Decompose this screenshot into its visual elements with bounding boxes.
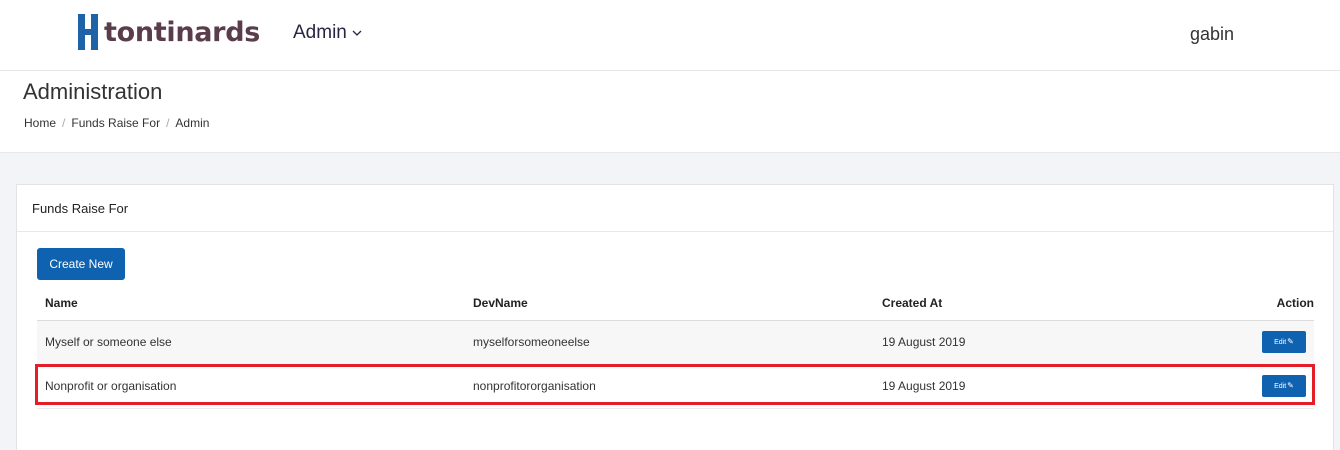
row-name: Nonprofit or organisation	[37, 364, 465, 409]
logo-text: tontinards	[104, 16, 260, 48]
column-header-name[interactable]: Name	[37, 286, 465, 321]
admin-menu-dropdown[interactable]: Admin	[293, 22, 362, 44]
user-menu[interactable]: gabin	[1190, 24, 1234, 45]
row-created-at: 19 August 2019	[874, 364, 1214, 409]
logo-h-icon	[78, 14, 100, 50]
chevron-down-icon	[352, 30, 362, 36]
breadcrumb-home[interactable]: Home	[24, 116, 56, 130]
breadcrumb-separator: /	[62, 116, 66, 130]
pencil-icon: ✎	[1287, 337, 1294, 346]
column-header-devname[interactable]: DevName	[465, 286, 874, 321]
top-navbar: tontinards Admin gabin	[0, 0, 1340, 71]
edit-label: Edit	[1274, 339, 1287, 346]
column-header-created-at[interactable]: Created At	[874, 286, 1214, 321]
row-name: Myself or someone else	[37, 320, 465, 365]
row-action-cell: Edit✎	[1214, 320, 1314, 365]
row-action-cell: Edit✎	[1214, 364, 1314, 409]
breadcrumb: Home / Funds Raise For / Admin	[24, 116, 209, 130]
table-row: Nonprofit or organisation nonprofitororg…	[37, 364, 1314, 409]
page-title: Administration	[23, 79, 163, 104]
brand-logo[interactable]: tontinards	[78, 14, 260, 50]
column-header-action: Action	[1214, 286, 1314, 321]
card-title: Funds Raise For	[17, 185, 1333, 232]
funds-raise-for-card: Funds Raise For Create New Name DevName …	[16, 184, 1334, 450]
table-row: Myself or someone else myselforsomeoneel…	[37, 320, 1314, 365]
edit-button[interactable]: Edit✎	[1262, 375, 1306, 397]
breadcrumb-funds-raise-for[interactable]: Funds Raise For	[71, 116, 160, 130]
edit-button[interactable]: Edit✎	[1262, 331, 1306, 353]
page-header: Administration Home / Funds Raise For / …	[0, 71, 1340, 153]
row-devname: nonprofitororganisation	[465, 364, 874, 409]
table-header-row: Name DevName Created At Action	[37, 286, 1314, 321]
row-created-at: 19 August 2019	[874, 320, 1214, 365]
pencil-icon: ✎	[1287, 381, 1294, 390]
breadcrumb-admin: Admin	[175, 116, 210, 130]
breadcrumb-separator: /	[166, 116, 170, 130]
funds-raise-for-table: Name DevName Created At Action Myself or…	[37, 286, 1314, 409]
edit-label: Edit	[1274, 383, 1287, 390]
create-new-button[interactable]: Create New	[37, 248, 125, 280]
admin-menu-label: Admin	[293, 22, 347, 43]
row-devname: myselforsomeoneelse	[465, 320, 874, 365]
